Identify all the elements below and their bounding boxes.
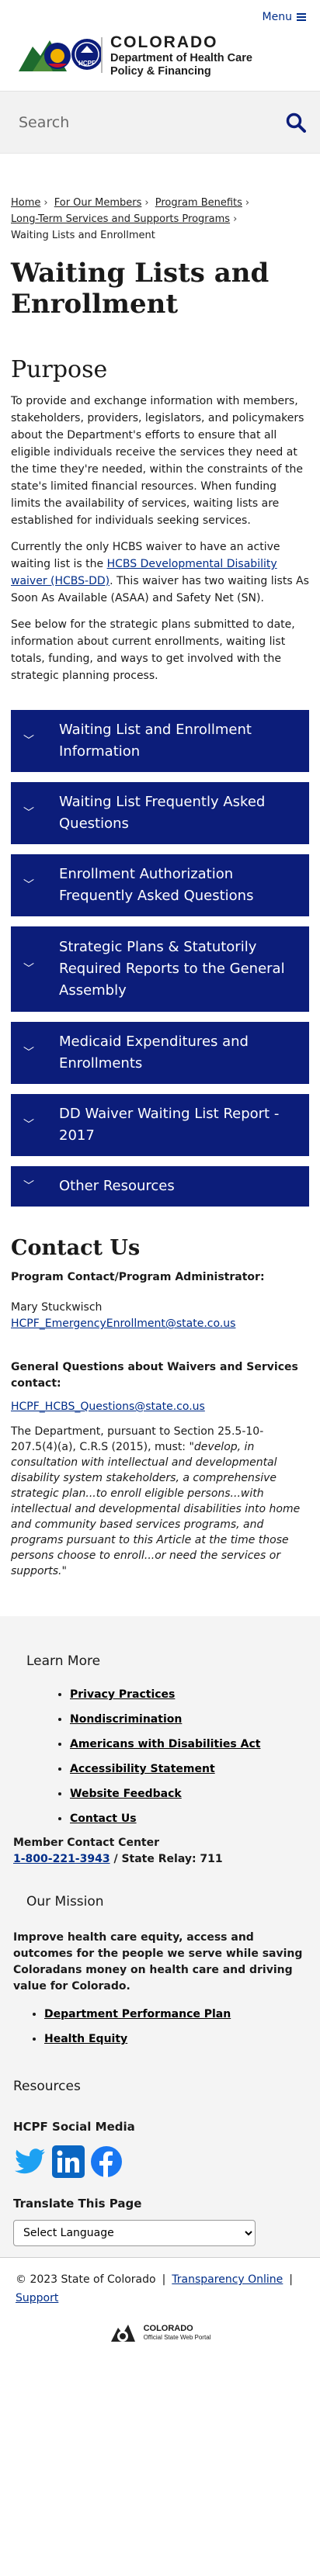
ada-link[interactable]: Americans with Disabilities Act [70, 1738, 260, 1750]
performance-plan-link[interactable]: Department Performance Plan [44, 2008, 231, 2020]
state-relay: / State Relay: 711 [110, 1853, 223, 1865]
menu-button[interactable]: Menu [263, 11, 306, 23]
chevron-down-icon: ﹀ [23, 735, 34, 747]
portal-subtitle: Official State Web Portal [143, 2334, 211, 2341]
accordion-enrollment-faq[interactable]: ﹀ Enrollment Authorization Frequently Ask… [11, 854, 309, 916]
language-select[interactable]: Select Language [13, 2220, 256, 2246]
state-portal-logo[interactable]: COLORADO Official State Web Portal [16, 2322, 304, 2345]
accordion-medicaid-expenditures[interactable]: ﹀ Medicaid Expenditures and Enrollments [11, 1022, 309, 1084]
member-center-phone[interactable]: 1-800-221-3943 [13, 1853, 110, 1865]
support-link[interactable]: Support [16, 2292, 58, 2304]
mission-links: Department Performance Plan Health Equit… [44, 2006, 307, 2048]
facebook-icon[interactable] [89, 2145, 123, 2179]
divider: | [162, 2273, 166, 2286]
footer-bottom: © 2023 State of Colorado | Transparency … [0, 2257, 320, 2357]
nondiscrimination-link[interactable]: Nondiscrimination [70, 1713, 182, 1726]
contact-heading: Contact Us [11, 1236, 141, 1260]
accordion-waiting-list-faq[interactable]: ﹀ Waiting List Frequently Asked Questions [11, 782, 309, 844]
search-icon[interactable] [286, 113, 306, 133]
breadcrumb-home[interactable]: Home [11, 197, 40, 209]
site-header: Menu HCPF COLORADO Department of Health … [0, 0, 320, 92]
breadcrumb-current: Waiting Lists and Enrollment [11, 230, 155, 241]
statute-quote: "develop, in consultation with intellect… [11, 1441, 301, 1577]
purpose-paragraph-2: Currently the only HCBS waiver to have a… [11, 538, 309, 607]
search-bar [0, 92, 320, 154]
chevron-down-icon: ﹀ [23, 1047, 34, 1059]
accordion-waiting-list-info[interactable]: ﹀ Waiting List and Enrollment Information [11, 710, 309, 772]
divider: | [289, 2273, 294, 2286]
transparency-online-link[interactable]: Transparency Online [172, 2273, 283, 2286]
accordion-label: Enrollment Authorization Frequently Aske… [59, 866, 254, 904]
svg-text:HCPF: HCPF [78, 60, 96, 67]
breadcrumb-for-our-members[interactable]: For Our Members [54, 197, 142, 209]
breadcrumb-separator-icon: › [43, 197, 48, 209]
chevron-down-icon: ﹀ [23, 879, 34, 892]
member-center-label: Member Contact Center [13, 1837, 160, 1849]
statute-paragraph: The Department, pursuant to Section 25.5… [11, 1424, 309, 1579]
colorado-c-logo-icon [110, 2325, 135, 2342]
program-contact-email[interactable]: HCPF_EmergencyEnrollment@state.co.us [11, 1317, 235, 1330]
mission-heading: Our Mission [26, 1894, 104, 1909]
accordion-dd-waiver-report[interactable]: ﹀ DD Waiver Waiting List Report - 2017 [11, 1094, 309, 1156]
general-questions-label: General Questions about Waivers and Serv… [11, 1361, 298, 1390]
purpose-paragraph-3: See below for the strategic plans submit… [11, 618, 295, 682]
mission-text: Improve health care equity, access and o… [13, 1931, 303, 1993]
portal-text: COLORADO Official State Web Portal [144, 2324, 211, 2342]
website-feedback-link[interactable]: Website Feedback [70, 1788, 182, 1800]
menu-label: Menu [262, 11, 292, 23]
chevron-down-icon: ﹀ [23, 807, 34, 819]
accordion-label: Waiting List and Enrollment Information [59, 722, 252, 760]
program-contact-name: Mary Stuckwisch [11, 1301, 103, 1314]
breadcrumb-separator-icon: › [245, 197, 250, 209]
accordion-label: DD Waiver Waiting List Report - 2017 [59, 1106, 280, 1144]
social-icons [13, 2145, 307, 2179]
search-input[interactable] [19, 113, 286, 131]
accordion-label: Other Resources [59, 1178, 175, 1194]
purpose-paragraph-1: To provide and exchange information with… [11, 395, 304, 527]
breadcrumb-program-benefits[interactable]: Program Benefits [155, 197, 242, 209]
resources-heading: Resources [13, 2079, 81, 2094]
breadcrumb-ltss-programs[interactable]: Long-Term Services and Supports Programs [11, 213, 230, 225]
breadcrumb: Home › For Our Members › Program Benefits ›… [11, 195, 309, 244]
accordion-list: ﹀ Waiting List and Enrollment Information… [11, 710, 309, 1207]
learn-more-list: Privacy Practices Nondiscrimination Amer… [70, 1686, 307, 1827]
chevron-down-icon: ﹀ [23, 963, 34, 975]
main-content: Home › For Our Members › Program Benefits ›… [0, 195, 320, 1579]
twitter-icon[interactable] [13, 2145, 47, 2179]
linkedin-icon[interactable] [51, 2145, 85, 2179]
program-contact-label: Program Contact/Program Administrator: [11, 1271, 265, 1283]
site-footer: Learn More Privacy Practices Nondiscrimi… [0, 1616, 320, 2257]
breadcrumb-separator-icon: › [144, 197, 149, 209]
colorado-logo-icon: HCPF [19, 37, 103, 73]
member-center-phone-line: 1-800-221-3943 / State Relay: 711 [13, 1851, 307, 1868]
hamburger-icon [297, 13, 306, 21]
page-title: Waiting Lists and Enrollment [11, 258, 270, 320]
chevron-down-icon: ﹀ [23, 1119, 34, 1131]
accordion-strategic-plans[interactable]: ﹀ Strategic Plans & Statutorily Required … [11, 926, 309, 1012]
general-questions-email[interactable]: HCPF_HCBS_Questions@state.co.us [11, 1401, 205, 1413]
contact-us-link[interactable]: Contact Us [70, 1813, 137, 1825]
health-equity-link[interactable]: Health Equity [44, 2033, 127, 2045]
social-heading: HCPF Social Media [13, 2120, 135, 2134]
translate-heading: Translate This Page [13, 2197, 142, 2211]
privacy-practices-link[interactable]: Privacy Practices [70, 1688, 175, 1701]
accordion-other-resources[interactable]: ﹀ Other Resources [11, 1166, 309, 1207]
purpose-heading: Purpose [11, 356, 108, 383]
breadcrumb-separator-icon: › [233, 213, 238, 225]
accordion-label: Strategic Plans & Statutorily Required R… [59, 939, 285, 999]
copyright: © 2023 State of Colorado [16, 2273, 156, 2286]
portal-title: COLORADO [143, 2324, 193, 2333]
learn-more-heading: Learn More [26, 1653, 101, 1669]
accordion-label: Medicaid Expenditures and Enrollments [59, 1034, 249, 1072]
accessibility-statement-link[interactable]: Accessibility Statement [70, 1763, 215, 1775]
chevron-down-icon: ﹀ [23, 1180, 34, 1193]
site-logo[interactable]: HCPF COLORADO Department of Health Care … [17, 33, 252, 79]
accordion-label: Waiting List Frequently Asked Questions [59, 794, 266, 832]
bottom-links: © 2023 State of Colorado | Transparency … [16, 2273, 304, 2304]
